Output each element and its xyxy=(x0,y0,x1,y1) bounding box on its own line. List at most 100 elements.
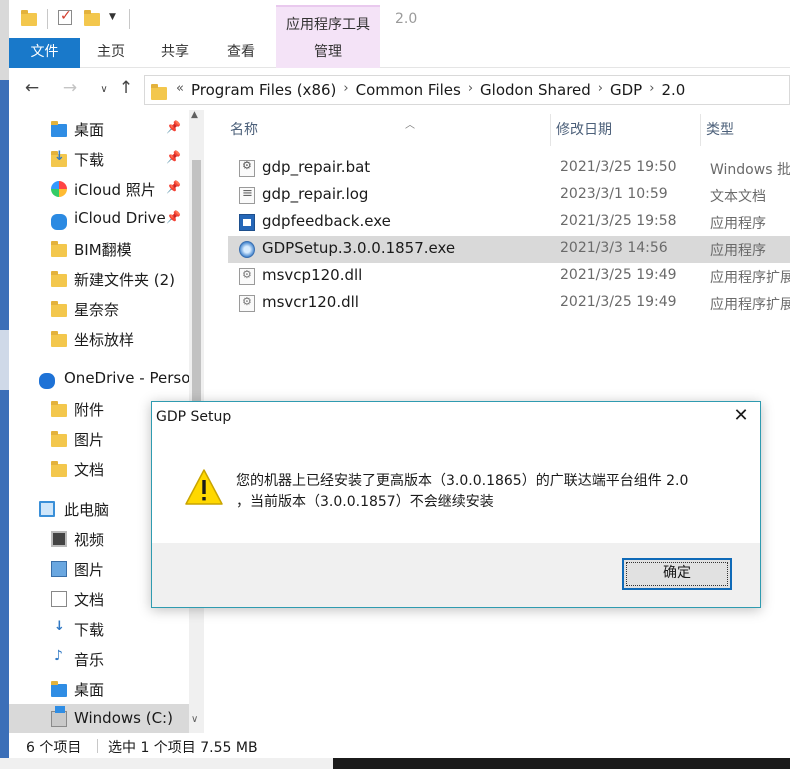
taskbar-strip xyxy=(333,758,790,769)
file-name: gdp_repair.log xyxy=(262,185,369,203)
ribbon-tabs: 文件 主页 共享 查看 管理 xyxy=(9,38,790,68)
sidebar-item-label: 桌面 xyxy=(74,681,105,699)
explorer-window: ▼ 应用程序工具 2.0 文件 主页 共享 查看 管理 ← → ∨ ↑ « Pr… xyxy=(9,0,790,758)
pin-icon: 📌 xyxy=(166,210,181,224)
folder-icon xyxy=(51,271,67,287)
scrollbar-thumb[interactable] xyxy=(192,160,201,410)
column-divider[interactable] xyxy=(700,114,701,146)
breadcrumb-item[interactable]: Program Files (x86) xyxy=(187,81,340,99)
sort-ascending-icon: ︿ xyxy=(405,120,415,131)
file-type: 文本文档 xyxy=(710,189,766,205)
column-divider[interactable] xyxy=(550,114,551,146)
sidebar-item-pc-downloads[interactable]: 下载 xyxy=(9,614,189,644)
table-row[interactable]: gdp_repair.bat 2021/3/25 19:50 Windows 批 xyxy=(228,155,790,182)
dll-file-icon xyxy=(239,295,255,312)
forward-arrow-icon[interactable]: → xyxy=(59,78,81,98)
column-header-label: 修改日期 xyxy=(556,122,612,138)
pin-icon: 📌 xyxy=(166,120,181,134)
sidebar-item-label: 新建文件夹 (2) xyxy=(74,271,176,289)
back-arrow-icon[interactable]: ← xyxy=(21,78,43,98)
chevron-right-icon[interactable]: › xyxy=(465,81,476,99)
onedrive-icon xyxy=(39,373,55,389)
sidebar-item-downloads[interactable]: 下载 📌 xyxy=(9,144,189,174)
sidebar-item-label: 音乐 xyxy=(74,651,105,669)
table-row[interactable]: msvcp120.dll 2021/3/25 19:49 应用程序扩展 xyxy=(228,263,790,290)
sidebar-item-label: 下载 xyxy=(74,151,105,169)
sidebar-item-icloud-photos[interactable]: iCloud 照片 📌 xyxy=(9,174,189,204)
sidebar-item-new-folder[interactable]: 新建文件夹 (2) xyxy=(9,264,189,294)
file-date: 2021/3/3 14:56 xyxy=(560,240,668,256)
breadcrumb-item[interactable]: Common Files xyxy=(352,81,465,99)
new-folder-icon[interactable] xyxy=(84,10,100,26)
sidebar-item-pc-desktop[interactable]: 桌面 xyxy=(9,674,189,704)
context-group-label: 应用程序工具 xyxy=(286,17,370,33)
tab-manage[interactable]: 管理 xyxy=(276,38,380,68)
sidebar-item-windows-drive[interactable]: Windows (C:) xyxy=(9,704,189,733)
sidebar-item-onedrive[interactable]: OneDrive - Perso xyxy=(9,364,191,394)
breadcrumb-overflow-icon[interactable]: « xyxy=(173,81,187,99)
column-header-date[interactable]: 修改日期 xyxy=(556,110,696,146)
file-date: 2021/3/25 19:50 xyxy=(560,159,677,175)
sidebar-item-label: Windows (C:) xyxy=(74,709,173,727)
sidebar-item-label: 下载 xyxy=(74,621,105,639)
sidebar-item-xingnainai[interactable]: 星奈奈 xyxy=(9,294,189,324)
table-row[interactable]: msvcr120.dll 2021/3/25 19:49 应用程序扩展 xyxy=(228,290,790,317)
column-header-label: 类型 xyxy=(706,122,734,138)
breadcrumb-item[interactable]: 2.0 xyxy=(657,81,689,99)
sidebar-item-label: 坐标放样 xyxy=(74,331,135,349)
pin-icon: 📌 xyxy=(166,180,181,194)
sidebar-item-icloud-drive[interactable]: iCloud Drive 📌 xyxy=(9,204,189,234)
setup-file-icon xyxy=(239,241,255,258)
icloud-drive-icon xyxy=(51,214,67,230)
folder-icon xyxy=(51,241,67,257)
dialog-title: GDP Setup xyxy=(156,409,232,425)
table-row[interactable]: gdpfeedback.exe 2021/3/25 19:58 应用程序 xyxy=(228,209,790,236)
folder-icon xyxy=(51,121,67,137)
scroll-up-icon[interactable]: ▲ xyxy=(191,110,198,120)
setup-dialog: GDP Setup ✕ 您的机器上已经安装了更高版本（3.0.0.1865）的广… xyxy=(151,401,761,608)
sidebar-item-label: OneDrive - Perso xyxy=(64,369,191,387)
sidebar-item-label: 附件 xyxy=(74,401,105,419)
breadcrumb-item[interactable]: GDP xyxy=(606,81,646,99)
file-date: 2023/3/1 10:59 xyxy=(560,186,668,202)
table-row[interactable]: gdp_repair.log 2023/3/1 10:59 文本文档 xyxy=(228,182,790,209)
breadcrumb-item[interactable]: Glodon Shared xyxy=(476,81,595,99)
address-bar[interactable]: « Program Files (x86) › Common Files › G… xyxy=(144,75,790,105)
chevron-right-icon[interactable]: › xyxy=(340,81,351,99)
tab-view[interactable]: 查看 xyxy=(215,38,267,68)
close-icon[interactable]: ✕ xyxy=(730,405,752,426)
dll-file-icon xyxy=(239,268,255,285)
folder-icon xyxy=(21,10,37,26)
column-header-label: 名称 xyxy=(230,122,258,138)
column-header-name[interactable]: 名称 ︿ xyxy=(230,110,530,146)
chevron-right-icon[interactable]: › xyxy=(595,81,606,99)
sidebar-item-bim[interactable]: BIM翻模 xyxy=(9,234,189,264)
tab-home[interactable]: 主页 xyxy=(85,38,137,68)
file-name: gdp_repair.bat xyxy=(262,158,371,176)
tab-share[interactable]: 共享 xyxy=(149,38,201,68)
chevron-right-icon[interactable]: › xyxy=(646,81,657,99)
file-date: 2021/3/25 19:49 xyxy=(560,267,677,283)
up-arrow-icon[interactable]: ↑ xyxy=(115,78,137,98)
tab-file[interactable]: 文件 xyxy=(9,38,80,68)
sidebar-item-label: iCloud 照片 xyxy=(74,181,156,199)
column-header-type[interactable]: 类型 xyxy=(706,110,790,146)
sidebar-item-coordinate[interactable]: 坐标放样 xyxy=(9,324,189,354)
bat-file-icon xyxy=(239,159,255,177)
document-icon xyxy=(51,591,67,607)
quick-access-dropdown-icon[interactable]: ▼ xyxy=(109,12,116,22)
folder-icon xyxy=(51,461,67,477)
sidebar-item-desktop[interactable]: 桌面 📌 xyxy=(9,114,189,144)
table-row-selected[interactable]: GDPSetup.3.0.0.1857.exe 2021/3/3 14:56 应… xyxy=(228,236,790,263)
desktop-background-bottom xyxy=(0,758,333,769)
file-type: 应用程序扩展 xyxy=(710,270,790,286)
dialog-footer: 确定 xyxy=(152,543,760,607)
sidebar-item-music[interactable]: 音乐 xyxy=(9,644,189,674)
ok-button[interactable]: 确定 xyxy=(622,558,732,590)
chevron-down-icon[interactable]: ∨ xyxy=(191,714,198,725)
recent-locations-chevron-icon[interactable]: ∨ xyxy=(93,84,115,95)
sidebar-item-label: 星奈奈 xyxy=(74,301,120,319)
sidebar-item-label: 此电脑 xyxy=(64,501,110,519)
properties-icon[interactable] xyxy=(58,8,74,26)
window-title: 2.0 xyxy=(395,11,418,27)
